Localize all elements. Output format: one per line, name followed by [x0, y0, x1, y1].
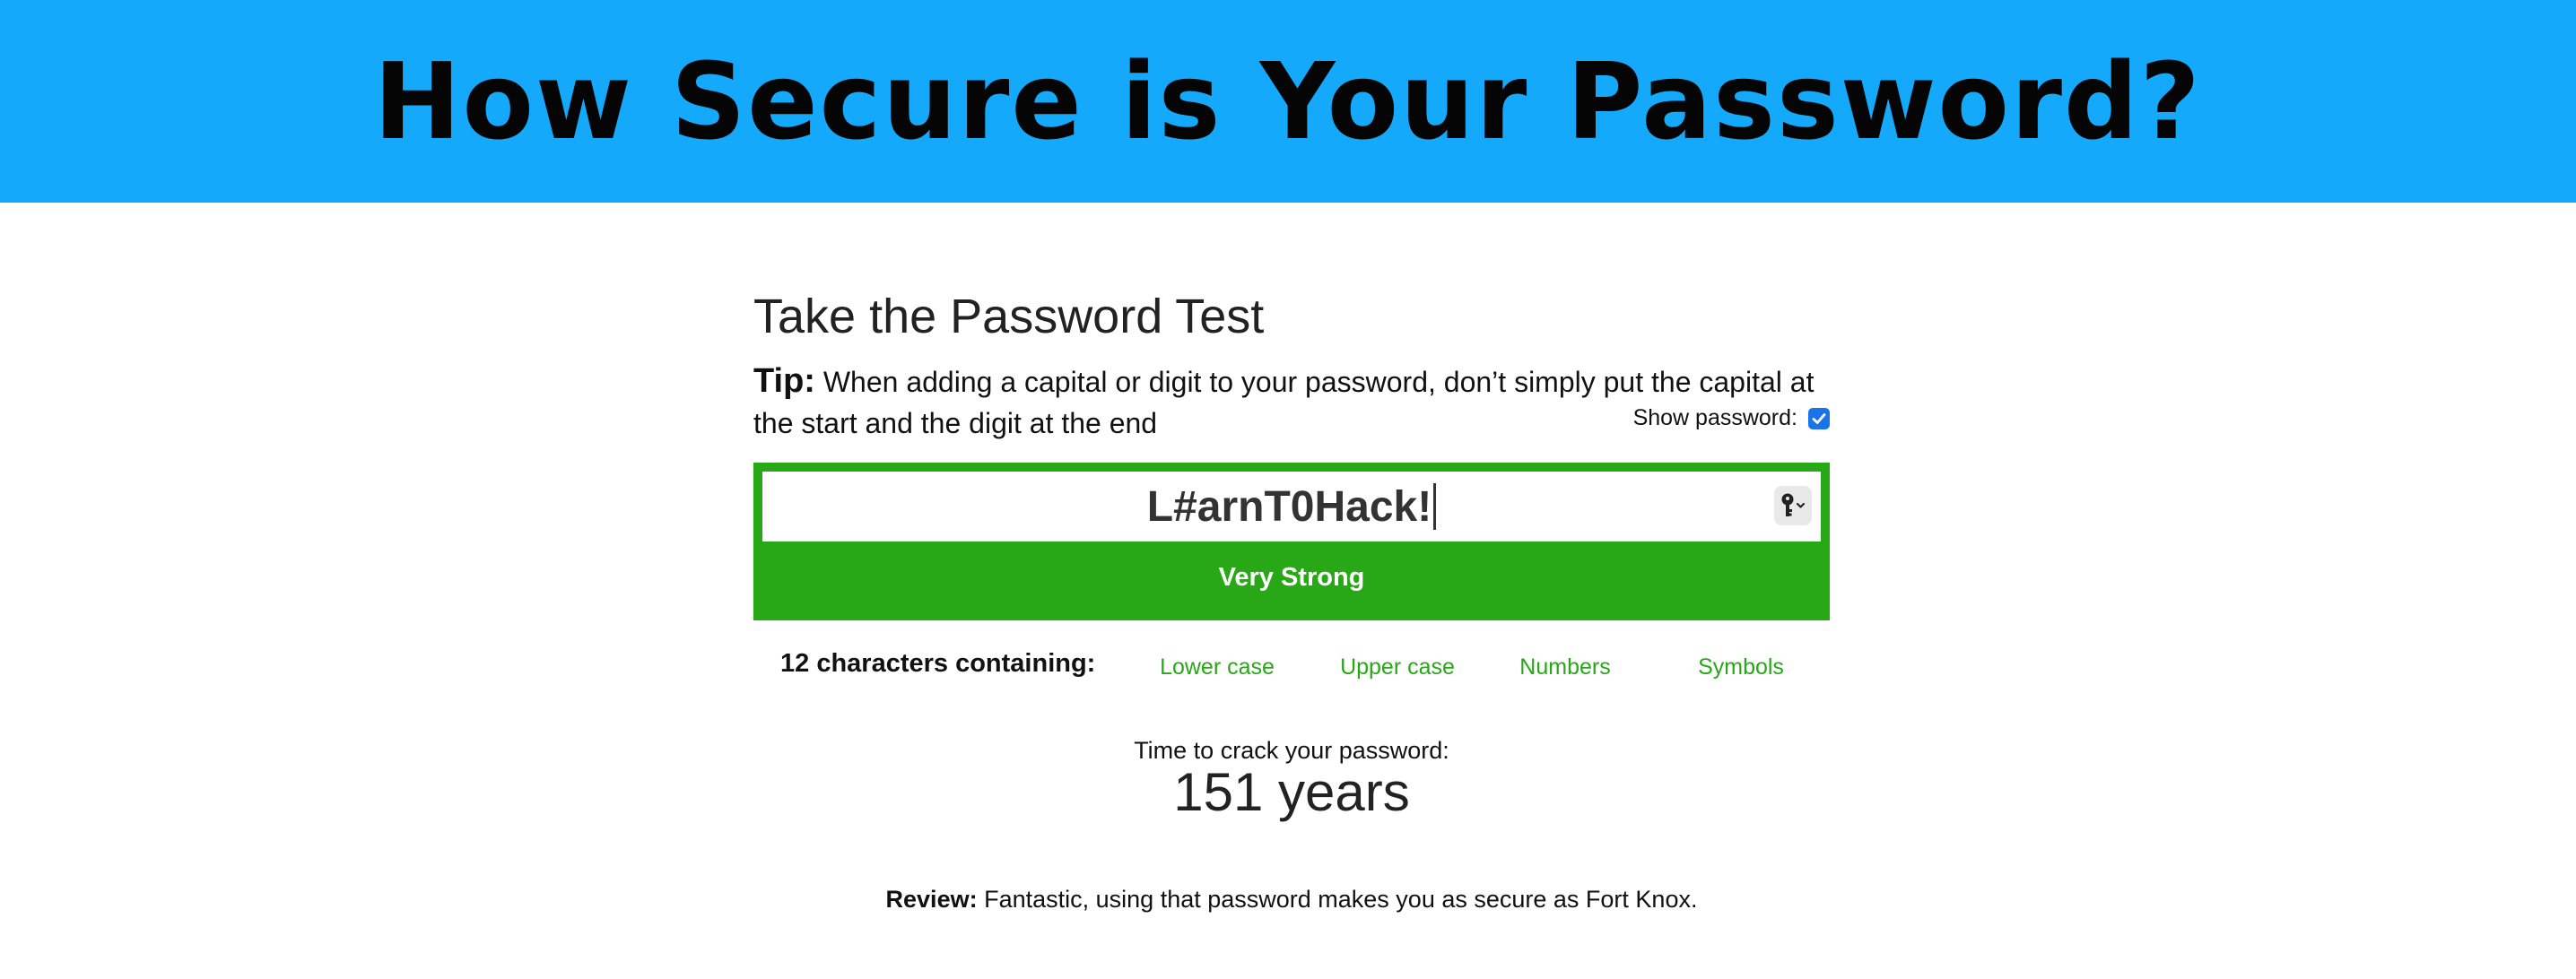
- text-caret: [1433, 483, 1437, 530]
- password-input[interactable]: L#arnT0Hack!: [762, 472, 1821, 541]
- password-criteria: 12 characters containing: Lower case Upp…: [753, 642, 1830, 687]
- criteria-numbers: Numbers: [1519, 654, 1611, 680]
- show-password-toggle[interactable]: Show password:: [1633, 405, 1830, 431]
- crack-time: Time to crack your password: 151 years: [753, 737, 1830, 821]
- password-test-section: Take the Password Test Tip: When adding …: [753, 203, 1830, 979]
- review-label: Review:: [885, 886, 978, 913]
- tip-text: Tip: When adding a capital or digit to y…: [753, 360, 1830, 444]
- crack-time-value: 151 years: [1173, 762, 1410, 822]
- crack-time-label: Time to crack your password:: [1134, 737, 1449, 764]
- show-password-checkbox[interactable]: [1808, 407, 1830, 429]
- review-text: Fantastic, using that password makes you…: [984, 886, 1698, 913]
- strength-label: Very Strong: [1218, 563, 1365, 592]
- criteria-upper-case: Upper case: [1340, 654, 1455, 680]
- check-icon: [1812, 412, 1826, 424]
- review: Review: Fantastic, using that password m…: [753, 886, 1830, 914]
- key-icon: [1781, 493, 1806, 516]
- password-strength-box: L#arnT0Hack! Very Strong: [753, 463, 1830, 620]
- header-banner: How Secure is Your Password?: [0, 0, 2576, 203]
- tip-label: Tip:: [753, 362, 815, 400]
- section-title: Take the Password Test: [753, 290, 1265, 343]
- page-title: How Secure is Your Password?: [374, 39, 2202, 163]
- criteria-lower-case: Lower case: [1160, 654, 1275, 680]
- character-count: 12 characters containing:: [780, 649, 1096, 678]
- criteria-symbols: Symbols: [1698, 654, 1784, 680]
- password-value: L#arnT0Hack!: [1146, 482, 1432, 531]
- password-manager-button[interactable]: [1774, 486, 1812, 525]
- show-password-label: Show password:: [1632, 405, 1797, 430]
